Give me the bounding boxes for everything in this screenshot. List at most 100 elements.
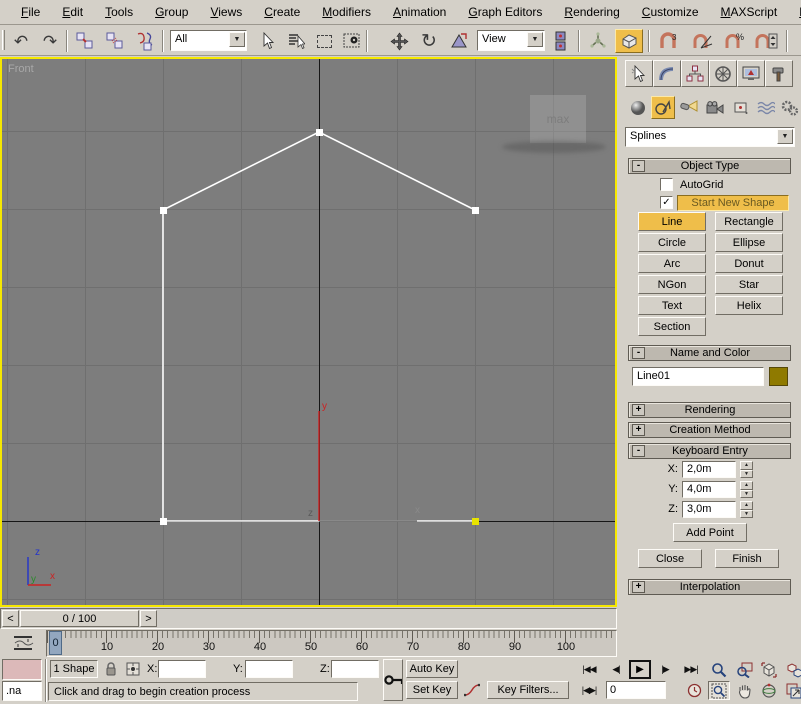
- rollout-rendering[interactable]: + Rendering: [628, 402, 791, 418]
- reference-coordsys-dropdown[interactable]: View ▼: [477, 30, 545, 51]
- rollout-interpolation[interactable]: + Interpolation: [628, 579, 791, 595]
- spinner-snap-toggle-icon[interactable]: [753, 29, 779, 53]
- chevron-down-icon[interactable]: ▼: [777, 129, 793, 144]
- ke-x-spinner[interactable]: ▲▼: [740, 461, 753, 478]
- toolbar-grip[interactable]: [2, 30, 5, 50]
- rectangular-selection-region-icon[interactable]: [311, 29, 337, 53]
- default-in-out-tangents-icon[interactable]: [461, 681, 483, 699]
- current-frame-handle[interactable]: 0: [49, 631, 62, 655]
- tab-motion[interactable]: [709, 60, 737, 87]
- rectangle-button[interactable]: Rectangle: [715, 212, 783, 231]
- rollout-keyboard-entry[interactable]: - Keyboard Entry: [628, 443, 791, 459]
- donut-button[interactable]: Donut: [715, 254, 783, 273]
- angle-snap-toggle-icon[interactable]: [689, 29, 715, 53]
- rollout-object-type[interactable]: - Object Type: [628, 158, 791, 174]
- line-button[interactable]: Line: [638, 212, 706, 231]
- add-point-button[interactable]: Add Point: [673, 523, 747, 542]
- zoom-icon[interactable]: [708, 660, 730, 679]
- menu-rendering[interactable]: Rendering: [553, 3, 630, 21]
- ke-x-field[interactable]: 2,0m: [682, 461, 736, 478]
- spline-vertex[interactable]: [160, 207, 167, 214]
- chevron-down-icon[interactable]: ▼: [527, 32, 543, 47]
- create-spacewarps-icon[interactable]: [754, 96, 778, 119]
- collapse-icon[interactable]: -: [632, 347, 645, 359]
- coord-x-field[interactable]: [158, 660, 206, 678]
- key-filters-button[interactable]: Key Filters...: [487, 681, 569, 699]
- create-geometry-icon[interactable]: [626, 96, 650, 119]
- autogrid-checkbox[interactable]: [660, 178, 673, 191]
- current-frame-field[interactable]: 0: [606, 681, 666, 699]
- region-zoom-icon[interactable]: [708, 681, 730, 700]
- unlink-selection-icon[interactable]: [102, 29, 128, 53]
- window-crossing-icon[interactable]: [339, 29, 365, 53]
- set-key-button[interactable]: Set Key: [406, 681, 458, 699]
- object-name-field[interactable]: Line01: [632, 367, 764, 386]
- menu-views[interactable]: Views: [199, 3, 253, 21]
- object-color-swatch[interactable]: [769, 367, 788, 386]
- arc-button[interactable]: Arc: [638, 254, 706, 273]
- track-bar-ruler[interactable]: 0 10 20 30 40 50 60 70 80 90 100 0: [46, 630, 617, 657]
- menu-help[interactable]: Help: [788, 3, 801, 21]
- tab-display[interactable]: [737, 60, 765, 87]
- menu-animation[interactable]: Animation: [382, 3, 457, 21]
- tab-create[interactable]: [625, 60, 653, 87]
- play-button[interactable]: ▶: [629, 660, 651, 679]
- maxscript-mini-listener-input[interactable]: .na: [2, 681, 42, 701]
- rollout-creation-method[interactable]: + Creation Method: [628, 422, 791, 438]
- percent-snap-toggle-icon[interactable]: %: [722, 29, 748, 53]
- previous-frame-button[interactable]: ◀|: [606, 660, 626, 678]
- zoom-extents-all-icon[interactable]: [783, 660, 801, 679]
- select-by-name-icon[interactable]: [283, 29, 309, 53]
- bind-to-space-warp-icon[interactable]: [132, 29, 158, 53]
- collapse-icon[interactable]: -: [632, 160, 645, 172]
- absolute-offset-mode-icon[interactable]: [124, 660, 142, 678]
- keyboard-override-toggle[interactable]: [615, 29, 643, 53]
- chevron-down-icon[interactable]: ▼: [229, 32, 245, 47]
- ngon-button[interactable]: NGon: [638, 275, 706, 294]
- expand-icon[interactable]: +: [632, 404, 645, 416]
- maxscript-mini-listener-pink[interactable]: [2, 659, 42, 680]
- rollout-name-and-color[interactable]: - Name and Color: [628, 345, 791, 361]
- tab-hierarchy[interactable]: [681, 60, 709, 87]
- expand-icon[interactable]: +: [632, 424, 645, 436]
- menu-customize[interactable]: Customize: [631, 3, 710, 21]
- select-and-move-icon[interactable]: [386, 29, 412, 53]
- start-new-shape-button[interactable]: Start New Shape: [677, 195, 789, 211]
- expand-icon[interactable]: +: [632, 581, 645, 593]
- auto-key-button[interactable]: Auto Key: [406, 660, 458, 678]
- go-to-start-button[interactable]: |◀◀: [576, 660, 602, 678]
- menu-file[interactable]: File: [10, 3, 51, 21]
- arc-rotate-icon[interactable]: [758, 681, 780, 700]
- menu-edit[interactable]: Edit: [51, 3, 94, 21]
- create-lights-icon[interactable]: [677, 96, 701, 119]
- next-frame-button[interactable]: |▶: [655, 660, 675, 678]
- spline-vertex[interactable]: [160, 518, 167, 525]
- time-slider-track[interactable]: < 0 / 100 >: [0, 608, 617, 629]
- ke-y-field[interactable]: 4,0m: [682, 481, 736, 498]
- ke-z-spinner[interactable]: ▲▼: [740, 501, 753, 518]
- set-key-mode-toggle-key-icon[interactable]: [383, 659, 403, 701]
- close-button[interactable]: Close: [638, 549, 702, 568]
- key-mode-toggle[interactable]: |◀▶|: [576, 681, 602, 699]
- coord-z-field[interactable]: [331, 660, 379, 678]
- go-to-end-button[interactable]: ▶▶|: [678, 660, 704, 678]
- select-and-scale-icon[interactable]: [446, 29, 472, 53]
- redo-icon[interactable]: ↷: [37, 29, 63, 53]
- menu-modifiers[interactable]: Modifiers: [311, 3, 382, 21]
- time-configuration-icon[interactable]: [684, 681, 704, 699]
- ke-z-field[interactable]: 3,0m: [682, 501, 736, 518]
- create-systems-icon[interactable]: [778, 96, 801, 119]
- section-button[interactable]: Section: [638, 317, 706, 336]
- create-helpers-icon[interactable]: [729, 96, 753, 119]
- selection-filter-dropdown[interactable]: All ▼: [170, 30, 247, 51]
- select-and-rotate-icon[interactable]: ↻: [416, 29, 442, 53]
- min-max-toggle-icon[interactable]: [783, 681, 801, 700]
- menu-tools[interactable]: Tools: [94, 3, 144, 21]
- ke-y-spinner[interactable]: ▲▼: [740, 481, 753, 498]
- create-cameras-icon[interactable]: [703, 96, 727, 119]
- select-object-icon[interactable]: [255, 29, 281, 53]
- menu-group[interactable]: Group: [144, 3, 199, 21]
- front-viewport[interactable]: Front max y z x z y x: [0, 57, 617, 607]
- menu-create[interactable]: Create: [253, 3, 311, 21]
- previous-frame-arrow[interactable]: <: [2, 610, 19, 627]
